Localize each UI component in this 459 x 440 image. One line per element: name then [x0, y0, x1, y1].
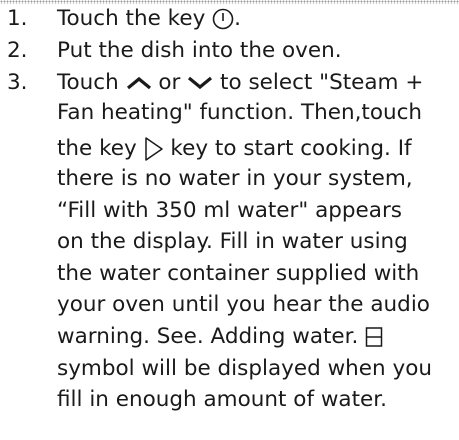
- chevron-up-icon: [126, 75, 152, 91]
- step-text-part: .: [234, 6, 241, 31]
- step-text-part: or: [151, 70, 188, 95]
- step-line: warning. See. Adding water.: [57, 322, 383, 352]
- step-3: 3. Touch or to select "Steam + Fan heati…: [0, 68, 459, 438]
- step-text-part: Touch: [57, 70, 126, 95]
- step-number: 1.: [7, 6, 28, 31]
- step-text-part: key to start cooking. If: [163, 136, 412, 161]
- play-icon: [144, 136, 164, 162]
- step-text-part: warning. See. Adding water.: [57, 324, 366, 349]
- step-1: 1. Touch the key .: [0, 4, 459, 34]
- step-line: the key key to start cooking. If: [57, 134, 412, 164]
- step-text-part: Touch the key: [57, 6, 213, 31]
- water-tank-icon: [365, 326, 383, 348]
- step-line: fill in enough amount of water.: [57, 387, 387, 412]
- step-number: 3.: [7, 70, 28, 95]
- chevron-down-icon: [187, 75, 213, 91]
- step-line: on the display. Fill in water using: [57, 229, 408, 254]
- power-icon: [212, 8, 234, 30]
- step-line: Touch or to select "Steam +: [57, 68, 423, 98]
- step-line: symbol will be displayed when you: [57, 356, 432, 381]
- step-line: the water container supplied with: [57, 261, 420, 286]
- step-text: Put the dish into the oven.: [57, 38, 342, 63]
- step-line: your oven until you hear the audio: [57, 292, 430, 317]
- step-number: 2.: [7, 38, 28, 63]
- step-text-part: the key: [57, 136, 144, 161]
- step-text: Touch the key .: [57, 4, 241, 34]
- step-line: there is no water in your system,: [57, 166, 413, 191]
- step-text-part: to select "Steam +: [213, 70, 424, 95]
- step-line: “Fill with 350 ml water" appears: [57, 198, 402, 223]
- step-line: Fan heating" function. Then,touch: [57, 100, 423, 125]
- step-2: 2. Put the dish into the oven.: [0, 36, 459, 66]
